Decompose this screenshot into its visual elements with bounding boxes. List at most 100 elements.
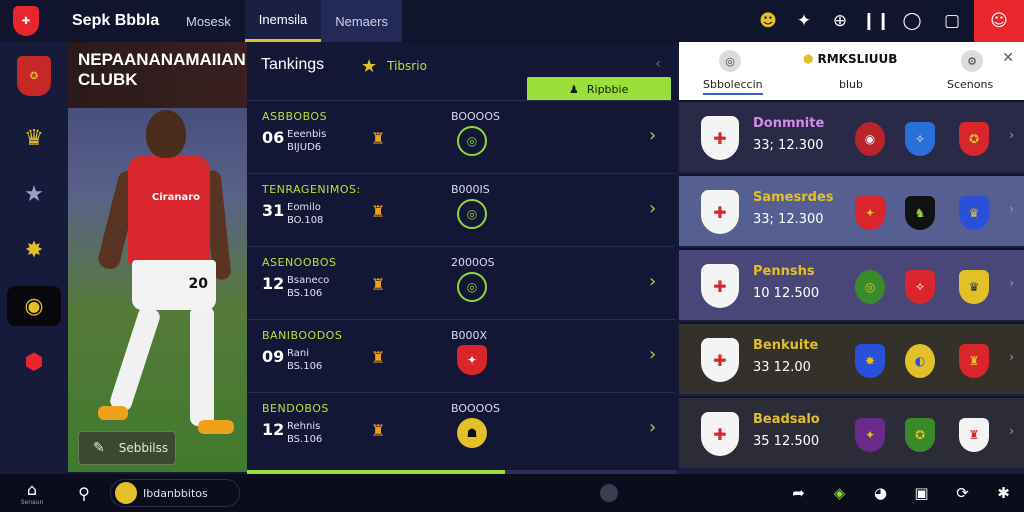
- list-item[interactable]: ✚ Pennshs 10 12.500 ◎ ✧ ♛ ›: [679, 248, 1024, 320]
- crest-icon: ◎: [855, 270, 885, 304]
- medal-icon: ♜: [371, 275, 386, 294]
- trophy-icon: ♛: [24, 125, 44, 151]
- crest-icon: ♛: [959, 270, 989, 304]
- row-meta-line: Bsaneco: [287, 275, 330, 286]
- share-icon[interactable]: ➦: [778, 484, 819, 502]
- player-figure: Ciranaro 20: [96, 110, 238, 450]
- record-icon[interactable]: [600, 484, 618, 502]
- settings-icon[interactable]: ✱: [983, 484, 1024, 502]
- rail-badge[interactable]: ✸: [0, 222, 68, 278]
- rail-coin[interactable]: ◉: [0, 278, 68, 334]
- list-item[interactable]: ✚ Donmnite 33; 12.300 ◉ ✧ ✪ ›: [679, 100, 1024, 172]
- player-leg: [190, 306, 214, 426]
- table-row[interactable]: ASBBOBOS 06 Eeenbis BIJUD6 ♜ BOOOOS ◎ ›: [247, 100, 675, 173]
- row-meta-line: BO.108: [287, 215, 324, 226]
- chevron-right-icon: ›: [1009, 202, 1014, 216]
- player-boot: [98, 406, 128, 420]
- app-root: ✚ Sepk Bbbla Mosesk Inemsila Nemaers ☻ ✦…: [0, 0, 1024, 512]
- tab-inemsila[interactable]: Inemsila: [244, 0, 322, 42]
- medal-icon: ♜: [371, 421, 386, 440]
- player-boot: [198, 420, 234, 434]
- list-item[interactable]: ✚ Beadsalo 35 12.500 ✦ ✪ ♜ ›: [679, 396, 1024, 468]
- row-code: B000X: [451, 329, 488, 342]
- row-code: BOOOOS: [451, 402, 500, 415]
- team-name: Benkuite: [753, 338, 819, 353]
- table-row[interactable]: TENRAGENIMOS: 31 Eomilo BO.108 ♜ B000IS ◎…: [247, 173, 675, 246]
- history-icon[interactable]: ⟳: [942, 484, 983, 502]
- rail-shield[interactable]: ⬢: [0, 334, 68, 390]
- collapse-icon[interactable]: ‹: [655, 56, 661, 72]
- tab-nemaers[interactable]: Nemaers: [321, 0, 402, 42]
- pause-icon[interactable]: ❙❙: [858, 0, 894, 42]
- people-icon: ♟: [569, 82, 579, 96]
- team-name: Pennshs: [753, 264, 815, 279]
- player-action-button[interactable]: ✎ Sebbilss: [78, 431, 176, 465]
- window-icon[interactable]: ▣: [901, 484, 942, 502]
- chevron-right-icon[interactable]: ›: [649, 344, 656, 365]
- edit-icon: ✎: [93, 440, 105, 456]
- table-row[interactable]: ASENOOBOS 12 Bsaneco BS.106 ♜ 2000OS ◎ ›: [247, 246, 675, 319]
- rankings-filter-label: Ripbbie: [586, 82, 629, 96]
- chevron-right-icon: ›: [1009, 350, 1014, 364]
- chevron-right-icon[interactable]: ›: [649, 417, 656, 438]
- profile-field[interactable]: Ibdanbbitos: [110, 479, 240, 507]
- map-icon[interactable]: ◈: [819, 484, 860, 502]
- tab-mosesk[interactable]: Mosesk: [172, 0, 245, 42]
- star-icon: ★: [361, 56, 378, 77]
- coin-icon: ⬢: [803, 52, 814, 66]
- left-rail: ✪ ♛ ★ ✸ ◉ ⬢: [0, 42, 68, 474]
- table-row[interactable]: BANIBOODOS 09 Rani BS.106 ♜ B000X ✦ ›: [247, 319, 675, 392]
- rail-trophy[interactable]: ♛: [0, 110, 68, 166]
- settings-icon[interactable]: ⚙: [961, 50, 983, 72]
- club-crest-icon: ✚: [701, 116, 739, 160]
- circle-icon[interactable]: ◯: [894, 0, 930, 42]
- search-icon[interactable]: ⚲: [64, 484, 104, 503]
- club-crest-icon: ✦: [457, 345, 487, 375]
- rankings-title: Tankings: [261, 56, 325, 73]
- profile-icon[interactable]: ☺: [974, 0, 1024, 42]
- shield-icon: ⬢: [24, 349, 44, 375]
- square-icon[interactable]: ▢: [930, 0, 974, 42]
- rail-star[interactable]: ★: [0, 166, 68, 222]
- clubs-panel: ◎ ⬢ RMKSLIUUB ⚙ ✕ Sbboleccin blub Scenons…: [679, 42, 1024, 474]
- close-icon[interactable]: ✕: [1002, 50, 1014, 66]
- profile-field-value: Ibdanbbitos: [143, 486, 208, 500]
- top-bar: ✚ Sepk Bbbla Mosesk Inemsila Nemaers ☻ ✦…: [0, 0, 1024, 42]
- crest-icon: ✦: [855, 418, 885, 452]
- team-score: 33 12.00: [753, 360, 811, 375]
- clubs-title: RMKSLIUUB: [817, 52, 898, 66]
- smiley-icon[interactable]: ☻: [750, 0, 786, 42]
- club-banner: NEPAANANAMAIIAN CLUBK: [68, 42, 247, 108]
- player-head: [146, 110, 186, 158]
- app-logo[interactable]: ✚: [0, 0, 52, 42]
- chevron-right-icon[interactable]: ›: [649, 271, 656, 292]
- bottom-bar: ⌂ Senaun ⚲ Ibdanbbitos ➦ ◈ ◕ ▣ ⟳ ✱: [0, 474, 1024, 512]
- player-leg: [108, 305, 162, 413]
- row-meta: Eeenbis BIJUD6: [287, 128, 326, 154]
- row-meta: Rehnis BS.106: [287, 420, 322, 446]
- table-row[interactable]: BENDOBOS 12 Rehnis BS.106 ♜ BOOOOS ☗ ›: [247, 392, 675, 465]
- chevron-right-icon: ›: [1009, 424, 1014, 438]
- row-meta-line: Rehnis: [287, 421, 321, 432]
- rankings-filter-button[interactable]: ♟ Ripbbie: [527, 77, 671, 101]
- player-action-label: Sebbilss: [118, 441, 169, 455]
- coin-icon[interactable]: ◎: [719, 50, 741, 72]
- pin-icon[interactable]: ✦: [786, 0, 822, 42]
- ball-icon[interactable]: ◕: [860, 484, 901, 502]
- tab-scenons[interactable]: Scenons: [947, 78, 993, 91]
- home-button[interactable]: ⌂ Senaun: [0, 474, 64, 512]
- tab-blub[interactable]: blub: [839, 78, 863, 91]
- clubs-header: ◎ ⬢ RMKSLIUUB ⚙ ✕ Sbboleccin blub Scenons: [679, 42, 1024, 100]
- rail-club-crest[interactable]: ✪: [0, 42, 68, 110]
- list-item[interactable]: ✚ Samesrdes 33; 12.300 ✦ ♞ ♛ ›: [679, 174, 1024, 246]
- rankings-subtitle: Tibsrio: [387, 59, 427, 73]
- crest-icon: ♜: [959, 418, 989, 452]
- globe-icon[interactable]: ⊕: [822, 0, 858, 42]
- chevron-right-icon[interactable]: ›: [649, 125, 656, 146]
- chevron-right-icon[interactable]: ›: [649, 198, 656, 219]
- team-score: 33; 12.300: [753, 138, 824, 153]
- row-meta-line: Rani: [287, 348, 309, 359]
- star-icon: ★: [24, 181, 44, 207]
- tab-sbboleccin[interactable]: Sbboleccin: [703, 78, 763, 95]
- list-item[interactable]: ✚ Benkuite 33 12.00 ✸ ◐ ♜ ›: [679, 322, 1024, 394]
